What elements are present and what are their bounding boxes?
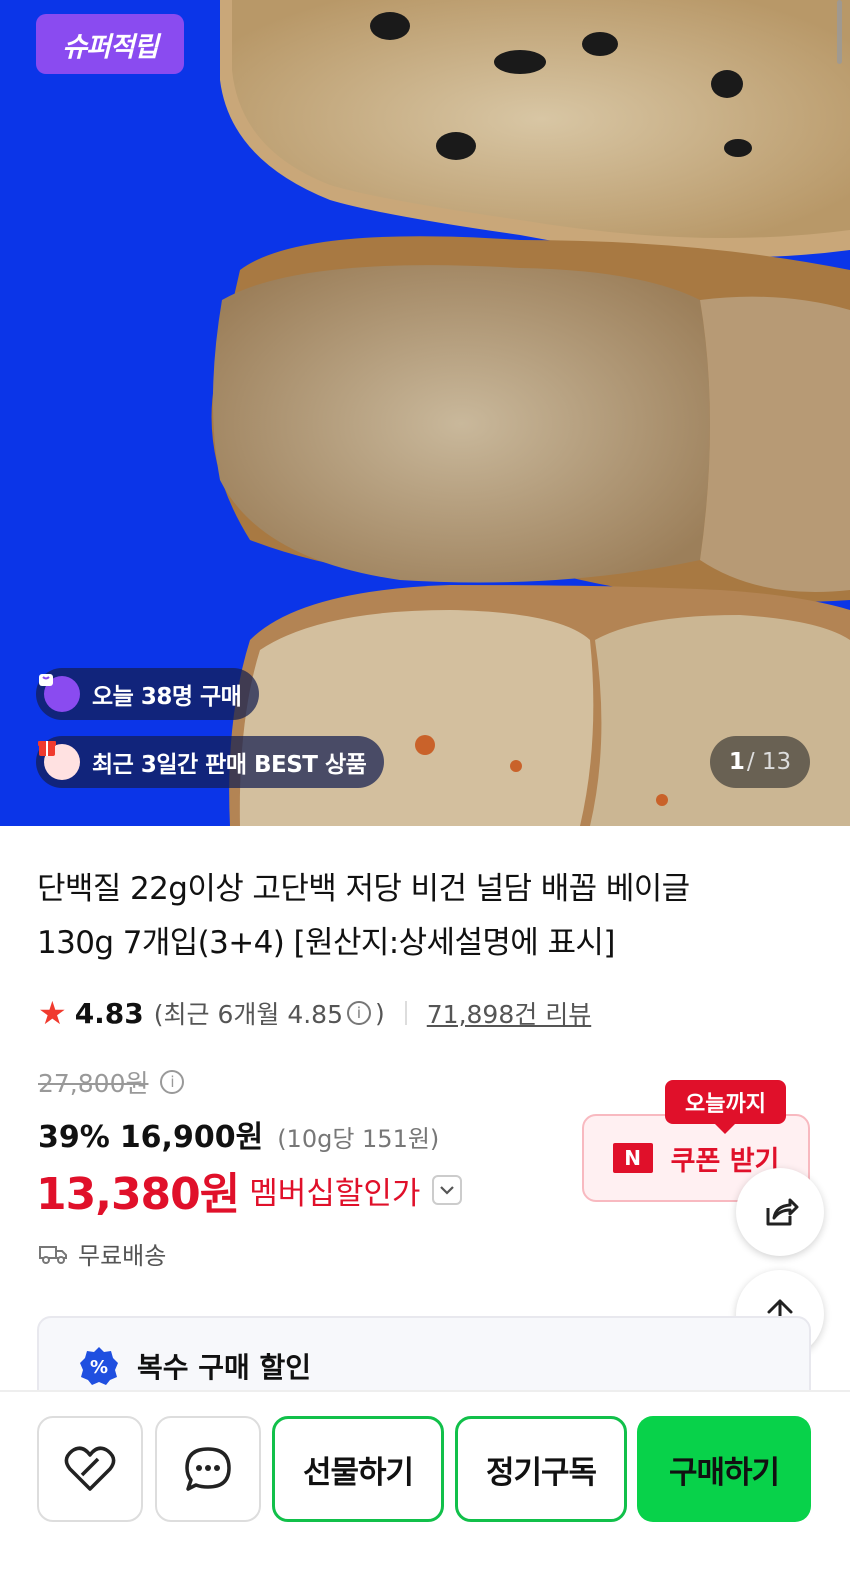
best-seller-badge: 최근 3일간 판매 BEST 상품: [36, 736, 385, 788]
multi-buy-header: % 복수 구매 할인: [79, 1346, 311, 1386]
svg-text:%: %: [90, 1357, 108, 1378]
multi-buy-title: 복수 구매 할인: [137, 1351, 312, 1384]
star-icon: ★: [38, 994, 67, 1032]
review-count-link[interactable]: 71,898건 리뷰: [427, 995, 591, 1031]
heart-icon: [64, 1446, 116, 1491]
member-price-label: 멤버십할인가: [249, 1175, 421, 1212]
today-buyers-badge: 오늘 38명 구매: [36, 668, 260, 720]
rating-row: ★ 4.83 (최근 6개월 4.85 i ) 71,898건 리뷰: [38, 994, 591, 1032]
pager-current: 1: [728, 749, 745, 775]
truck-icon: [39, 1245, 67, 1264]
talk-button[interactable]: [155, 1416, 261, 1522]
sale-price-row: 39% 16,900원 (10g당 151원): [38, 1112, 439, 1156]
product-title-line2: 130g 7개입(3+4) [원산지:상세설명에 표시]: [37, 925, 615, 961]
share-icon: [766, 1198, 799, 1226]
today-buyers-text: 오늘 38명 구매: [92, 684, 242, 710]
product-title: 단백질 22g이상 고단백 저당 비건 널담 배꼽 베이글 130g 7개입(3…: [37, 862, 797, 970]
info-icon[interactable]: i: [160, 1070, 185, 1094]
percent-badge-icon: %: [80, 1347, 118, 1385]
pager-total: / 13: [746, 749, 792, 775]
gift-button[interactable]: 선물하기: [272, 1416, 444, 1522]
share-button[interactable]: [736, 1168, 824, 1256]
shopping-bag-icon: [39, 674, 80, 712]
chat-bubble-icon: [185, 1447, 231, 1491]
recent-rating-close: ): [375, 998, 385, 1028]
super-points-badge: 슈퍼적립: [36, 14, 184, 74]
shipping-text: 무료배송: [78, 1242, 167, 1270]
naver-logo: N: [612, 1143, 653, 1173]
image-pager: 1 / 13: [710, 736, 810, 788]
buy-button[interactable]: 구매하기: [637, 1416, 811, 1522]
like-button[interactable]: [37, 1416, 143, 1522]
subscribe-button[interactable]: 정기구독: [455, 1416, 627, 1522]
scroll-indicator: [837, 0, 842, 64]
product-title-line1: 단백질 22g이상 고단백 저당 비건 널담 배꼽 베이글: [37, 871, 690, 907]
chevron-down-icon[interactable]: [432, 1175, 463, 1205]
divider: [404, 1001, 407, 1025]
member-price: 13,380원: [36, 1169, 240, 1220]
member-price-row: 13,380원 멤버십할인가: [36, 1158, 463, 1222]
unit-price: (10g당 151원): [277, 1125, 440, 1153]
shipping-info: 무료배송: [38, 1236, 166, 1271]
best-seller-text: 최근 3일간 판매 BEST 상품: [92, 752, 367, 778]
rating-score: 4.83: [74, 996, 144, 1030]
gift-icon: [38, 741, 80, 780]
original-price-row: 27,800원 i: [38, 1064, 188, 1100]
original-price: 27,800원: [38, 1069, 149, 1098]
product-image-carousel[interactable]: 슈퍼적립 오늘 38명 구매 최근 3일간 판매 BEST 상품 1 / 13: [0, 0, 850, 826]
discount-percent: 39%: [38, 1120, 110, 1155]
bottom-action-bar: 선물하기 정기구독 구매하기: [0, 1390, 850, 1574]
recent-rating-text: (최근 6개월 4.85: [153, 1000, 343, 1029]
today-only-tag: 오늘까지: [665, 1080, 786, 1134]
sale-price: 16,900원: [119, 1120, 264, 1155]
info-icon[interactable]: i: [347, 1001, 371, 1025]
